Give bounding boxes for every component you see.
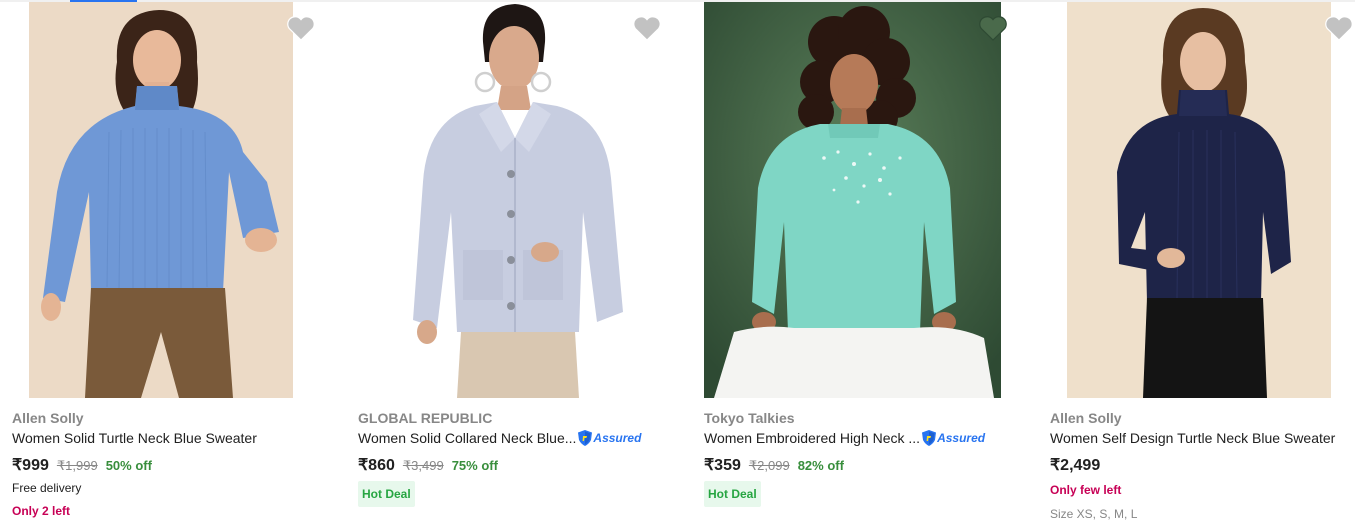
selling-price: ₹2,499 xyxy=(1050,457,1101,474)
heart-icon[interactable] xyxy=(286,14,316,42)
selling-price: ₹359 xyxy=(704,457,741,474)
product-card[interactable]: Allen Solly Women Solid Turtle Neck Blue… xyxy=(0,0,340,518)
product-title-text[interactable]: Women Self Design Turtle Neck Blue Sweat… xyxy=(1050,430,1335,446)
discount-percent: 82% off xyxy=(797,458,844,473)
product-image[interactable] xyxy=(29,2,293,398)
product-title[interactable]: Women Solid Collared Neck Blue... Assure… xyxy=(358,430,641,446)
product-brand: GLOBAL REPUBLIC xyxy=(358,410,493,426)
assured-shield-icon xyxy=(922,430,937,446)
selling-price: ₹999 xyxy=(12,457,49,474)
assured-label: Assured xyxy=(937,431,986,445)
assured-badge: Assured xyxy=(922,430,985,446)
hot-deal-badge: Hot Deal xyxy=(358,481,415,507)
hot-deal-badge: Hot Deal xyxy=(704,481,761,507)
price-row: ₹860 ₹3,499 75% off xyxy=(358,455,498,475)
assured-badge: Assured xyxy=(578,430,641,446)
heart-icon[interactable] xyxy=(978,14,1008,42)
assured-shield-icon xyxy=(578,430,593,446)
product-image[interactable] xyxy=(704,2,1001,398)
product-brand: Tokyo Talkies xyxy=(704,410,795,426)
product-title[interactable]: Women Embroidered High Neck ... Assured xyxy=(704,430,985,446)
product-image[interactable] xyxy=(375,2,639,398)
product-card[interactable]: Tokyo Talkies Women Embroidered High Nec… xyxy=(692,0,1032,515)
product-brand: Allen Solly xyxy=(12,410,84,426)
price-row: ₹359 ₹2,099 82% off xyxy=(704,455,844,475)
product-title-text[interactable]: Women Embroidered High Neck ... xyxy=(704,430,920,446)
heart-icon[interactable] xyxy=(1324,14,1354,42)
product-card[interactable]: Allen Solly Women Self Design Turtle Nec… xyxy=(1038,0,1355,521)
original-price: ₹1,999 xyxy=(56,458,98,473)
original-price: ₹3,499 xyxy=(402,458,444,473)
original-price: ₹2,099 xyxy=(748,458,790,473)
heart-icon[interactable] xyxy=(632,14,662,42)
available-sizes: Size XS, S, M, L xyxy=(1050,507,1138,521)
product-title[interactable]: Women Self Design Turtle Neck Blue Sweat… xyxy=(1050,430,1335,446)
stock-alert: Only 2 left xyxy=(12,504,71,518)
product-card[interactable]: GLOBAL REPUBLIC Women Solid Collared Nec… xyxy=(346,0,686,515)
assured-label: Assured xyxy=(593,431,642,445)
price-row: ₹2,499 xyxy=(1050,455,1100,475)
product-title-text[interactable]: Women Solid Turtle Neck Blue Sweater xyxy=(12,430,257,446)
product-image[interactable] xyxy=(1067,2,1331,398)
product-title-text[interactable]: Women Solid Collared Neck Blue... xyxy=(358,430,576,446)
delivery-info: Free delivery xyxy=(12,481,82,495)
price-row: ₹999 ₹1,999 50% off xyxy=(12,455,152,475)
product-brand: Allen Solly xyxy=(1050,410,1122,426)
stock-alert: Only few left xyxy=(1050,483,1122,497)
discount-percent: 50% off xyxy=(105,458,152,473)
selling-price: ₹860 xyxy=(358,457,395,474)
product-title[interactable]: Women Solid Turtle Neck Blue Sweater xyxy=(12,430,257,446)
discount-percent: 75% off xyxy=(451,458,498,473)
